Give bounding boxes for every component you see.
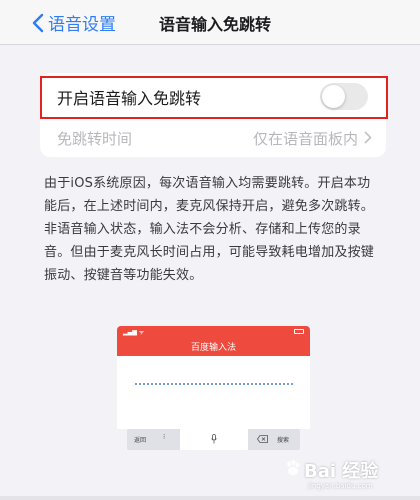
jump-free-toggle[interactable]	[320, 83, 368, 110]
app-header: ▂▄▆ ᯤ 百度输入法	[117, 326, 310, 356]
toggle-knob	[322, 85, 345, 108]
toggle-row-label: 开启语音输入免跳转	[57, 89, 202, 108]
page-title: 语音输入免跳转	[158, 15, 271, 34]
time-row-label: 免跳转时间	[57, 130, 133, 148]
key-back: 返回	[134, 437, 147, 444]
delete-icon	[257, 435, 268, 443]
signal-wifi-icon: ▂▄▆ ᯤ	[123, 329, 145, 336]
description-text: 由于iOS系统原因，每次语音输入均需要跳转。开启本功能后，在上述时间内，麦克风保…	[44, 176, 375, 283]
keyboard-bar: 返回 ⁝ 搜索	[127, 429, 300, 450]
toggle-row: 开启语音输入免跳转	[40, 73, 386, 117]
watermark-main: Bai 经验	[304, 461, 379, 482]
bottom-strip	[0, 496, 420, 500]
microphone-icon	[211, 434, 217, 444]
paw-logo-icon	[287, 459, 300, 476]
nav-bar: 语音设置 语音输入免跳转	[0, 0, 420, 45]
chevron-right-icon	[364, 131, 372, 144]
key-search: 搜索	[277, 437, 290, 444]
key-symbol-icon: ⁝	[163, 433, 166, 441]
key-space	[180, 429, 248, 450]
time-row-value: 仅在语音面板内	[252, 130, 358, 148]
battery-icon	[294, 329, 304, 334]
voice-waveform	[135, 383, 293, 387]
keyboard-illustration: ▂▄▆ ᯤ 百度输入法 返回 ⁝ 搜索	[117, 326, 310, 456]
baidu-watermark: Bai 经验 jingyan.baidu.com	[282, 455, 412, 495]
settings-card: 开启语音输入免跳转 免跳转时间 仅在语音面板内	[40, 73, 386, 157]
time-row[interactable]: 免跳转时间 仅在语音面板内	[40, 118, 386, 157]
watermark-sub: jingyan.baidu.com	[308, 482, 373, 490]
voice-panel	[117, 356, 310, 429]
app-title: 百度输入法	[190, 343, 236, 353]
